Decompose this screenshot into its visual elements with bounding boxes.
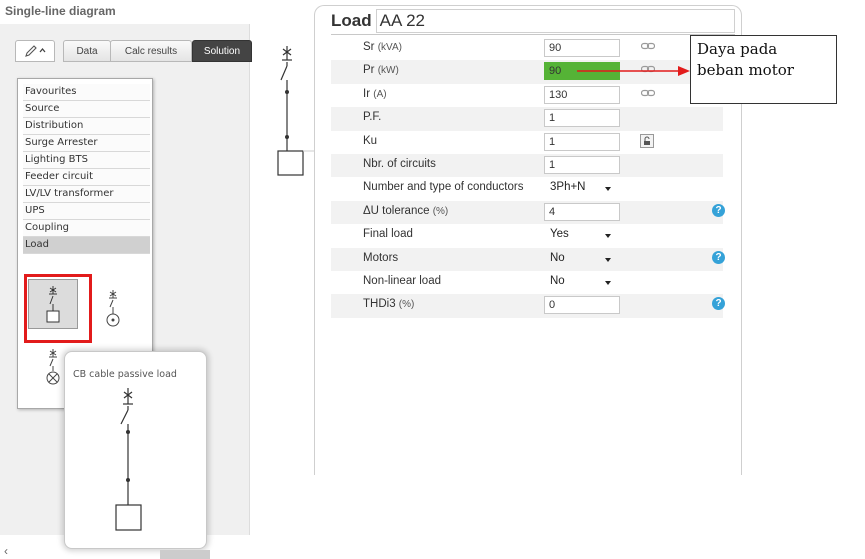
link-icon[interactable] <box>641 65 655 73</box>
property-label-text: Motors <box>363 251 399 264</box>
property-row: Nbr. of circuits 1 <box>331 153 723 178</box>
property-label: Ir (A) <box>363 88 387 100</box>
menu-item[interactable]: Load <box>23 237 150 254</box>
property-row: Final load Yes <box>331 224 723 247</box>
property-input[interactable]: 1 <box>544 155 620 174</box>
property-input[interactable]: 1 <box>544 132 620 151</box>
property-select[interactable]: Yes <box>550 228 569 240</box>
form-title: Load AA 22 <box>331 8 735 35</box>
link-icon[interactable] <box>641 89 655 97</box>
property-label: Ku <box>363 135 377 147</box>
link-icon[interactable] <box>641 42 655 50</box>
help-icon[interactable]: ? <box>712 250 725 264</box>
dropdown-caret-icon[interactable] <box>605 187 611 192</box>
tab-edit[interactable] <box>15 40 55 62</box>
menu-item[interactable]: LV/LV transformer <box>23 186 150 203</box>
form-title-prefix: Load <box>331 11 372 30</box>
annotation-line-1: Daya pada <box>697 40 778 58</box>
property-label-text: Sr <box>363 41 375 53</box>
component-tooltip: CB cable passive load <box>64 351 207 549</box>
property-label: Sr (kVA) <box>363 41 402 53</box>
scroll-left-icon[interactable]: ‹ <box>4 544 8 558</box>
motor-load-tile[interactable] <box>88 283 138 333</box>
menu-item[interactable]: Favourites <box>23 84 150 101</box>
property-label-text: Nbr. of circuits <box>363 157 436 170</box>
property-label-text: Ir <box>363 87 371 100</box>
horizontal-scrollbar-thumb[interactable] <box>160 550 210 559</box>
property-label-text: Final load <box>363 228 413 241</box>
property-row: ΔU tolerance (%) 4? <box>331 200 725 225</box>
property-row: THDi3 (%) 0? <box>331 294 725 318</box>
property-label: ΔU tolerance (%) <box>363 205 448 217</box>
property-input[interactable]: 0 <box>544 296 620 315</box>
property-label: Nbr. of circuits <box>363 158 436 170</box>
menu-item[interactable]: UPS <box>23 203 150 220</box>
menu-item[interactable]: Source <box>23 101 150 118</box>
property-label-text: Number and type of conductors <box>363 181 524 194</box>
property-row: Sr (kVA) 90 <box>331 37 723 60</box>
property-row: Ir (A) 130 <box>331 84 723 107</box>
property-label: P.F. <box>363 111 381 123</box>
property-input[interactable]: 90 <box>544 62 620 81</box>
property-row: Number and type of conductors 3Ph+N <box>331 177 723 200</box>
load-name-field[interactable]: AA 22 <box>375 9 735 33</box>
property-label-text: Pr <box>363 64 375 77</box>
annotation-line-2: beban motor <box>697 61 794 79</box>
motor-load-symbol-icon <box>106 290 120 327</box>
property-row: P.F. 1 <box>331 107 723 131</box>
property-row: Non-linear load No <box>331 271 723 294</box>
property-unit: (%) <box>432 205 449 217</box>
property-row: Pr (kW) 90 <box>331 60 723 84</box>
property-row: Ku 1 <box>331 131 723 154</box>
property-label-text: Ku <box>363 134 378 147</box>
property-select[interactable]: No <box>550 275 565 287</box>
property-row: Motors No? <box>331 247 725 271</box>
property-input[interactable]: 90 <box>544 39 620 57</box>
property-label-text: Non-linear load <box>363 274 441 287</box>
menu-item[interactable]: Distribution <box>23 118 150 135</box>
tab-calc-results[interactable]: Calc results <box>110 40 192 62</box>
annotation-callout: Daya pada beban motor <box>690 35 837 104</box>
tab-solutions[interactable]: Solution <box>192 40 252 62</box>
property-label-text: ΔU tolerance <box>363 204 430 217</box>
property-label: Non-linear load <box>363 275 441 287</box>
property-select[interactable]: 3Ph+N <box>550 181 585 193</box>
property-unit: (%) <box>398 299 415 311</box>
property-input[interactable]: 4 <box>544 202 620 221</box>
help-icon[interactable]: ? <box>712 297 725 311</box>
component-category-list: Favourites Source Distribution Surge Arrest… <box>23 84 150 254</box>
menu-item[interactable]: Coupling <box>23 220 150 237</box>
lock-icon[interactable] <box>640 133 654 148</box>
selected-tile-highlight <box>24 274 92 343</box>
dropdown-caret-icon[interactable] <box>605 234 611 239</box>
left-panel: Data Calc results Solution Favourites Sou… <box>0 24 252 559</box>
cb-cable-load-diagram-icon <box>115 388 142 531</box>
property-unit: (kW) <box>377 65 399 77</box>
help-icon[interactable]: ? <box>712 203 725 217</box>
property-label: Final load <box>363 228 413 240</box>
properties-table: Sr (kVA) 90 Pr (kW) 90 Ir (A) 130 P.F. 1 Ku 1 Nbr.… <box>331 37 725 318</box>
dropdown-caret-icon[interactable] <box>605 257 611 262</box>
sld-load-symbol-icon[interactable] <box>270 40 314 180</box>
menu-item[interactable]: Feeder circuit <box>23 169 150 186</box>
lighting-load-symbol-icon <box>46 349 60 385</box>
menu-item[interactable]: Lighting BTS <box>23 152 150 169</box>
load-properties-panel: Load AA 22 Sr (kVA) 90 Pr (kW) 90 Ir (A) 130 P… <box>314 5 742 475</box>
property-input[interactable]: 1 <box>544 109 620 128</box>
property-label: Number and type of conductors <box>363 181 523 193</box>
property-label: Motors <box>363 252 398 264</box>
property-label: THDi3 (%) <box>363 298 414 310</box>
property-label: Pr (kW) <box>363 64 399 76</box>
menu-item[interactable]: Surge Arrester <box>23 135 150 152</box>
property-select[interactable]: No <box>550 252 565 264</box>
property-label-text: P.F. <box>363 111 382 124</box>
property-label-text: THDi3 <box>363 298 396 311</box>
property-unit: (kVA) <box>377 42 402 53</box>
property-unit: (A) <box>373 88 387 100</box>
pencil-icon <box>25 45 46 57</box>
property-input[interactable]: 130 <box>544 85 620 104</box>
left-panel-title: Single-line diagram <box>5 4 116 18</box>
dropdown-caret-icon[interactable] <box>605 280 611 285</box>
tab-data[interactable]: Data <box>63 40 111 62</box>
